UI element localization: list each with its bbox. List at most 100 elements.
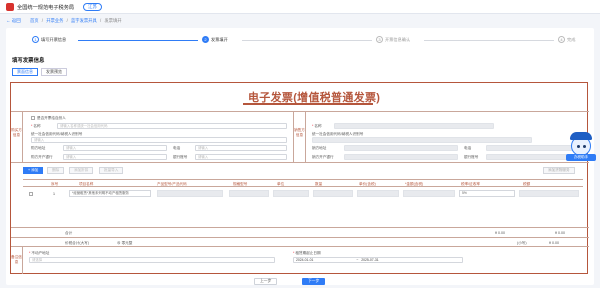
- next-button[interactable]: 下一步: [302, 278, 326, 285]
- item-name-input[interactable]: *经营租赁*其他未列明不动产租赁服务: [69, 190, 151, 197]
- region-selector[interactable]: 江苏: [83, 3, 102, 11]
- total-amount: ¥ 0.00: [495, 231, 505, 235]
- add-goods-button[interactable]: 添加货物服务: [543, 167, 575, 174]
- add-row-button[interactable]: + 添加: [23, 167, 44, 174]
- buyer-addr-input[interactable]: 请输入: [63, 145, 167, 151]
- buyer-name-label: * 名称: [31, 124, 41, 128]
- add-discount-button[interactable]: 添加折扣: [69, 167, 94, 174]
- stepper: 1 填写开票信息 2 发票填开 3 开票信息确认 4 完成: [6, 36, 594, 46]
- buyer-account-label: 银行账号: [173, 155, 188, 159]
- amount-input[interactable]: [403, 190, 455, 197]
- grand-total-label: 价税合计(大写): [65, 241, 89, 245]
- seller-addr-input[interactable]: [344, 145, 458, 151]
- tax-logo-icon: [6, 3, 14, 11]
- app-title: 全国统一规范电子税务局: [17, 5, 75, 11]
- col-amount: *金额(含税): [405, 182, 424, 186]
- seller-addr-label: 销方地址: [312, 146, 327, 150]
- seller-name-value: [334, 123, 494, 129]
- batch-import-button[interactable]: 批量导入: [99, 167, 124, 174]
- natural-person-checkbox[interactable]: [31, 116, 35, 120]
- total-label: 合计: [65, 231, 73, 235]
- buyer-addr-label: 购方地址: [31, 146, 46, 150]
- grand-total-figure: ¥ 0.00: [549, 241, 559, 245]
- tax-value: [519, 190, 579, 197]
- lease-period-picker[interactable]: 2024-01-01 ~ 2025-07-31: [293, 257, 463, 263]
- estate-addr-select[interactable]: 请选择: [29, 257, 275, 263]
- seller-name-label: * 名称: [312, 124, 322, 128]
- step-connector: [242, 40, 372, 41]
- row-index: 1: [53, 192, 55, 196]
- buyer-bank-input[interactable]: 请输入: [63, 154, 167, 160]
- buyer-phone-label: 电话: [173, 146, 181, 150]
- grand-total-row: 价税合计(大写) ⊗ 零元整 (小写) ¥ 0.00: [11, 237, 589, 247]
- qty-input[interactable]: [313, 190, 353, 197]
- crumb-current: 发票填开: [104, 18, 122, 23]
- seller-side-label: 销售方信息: [294, 112, 306, 162]
- product-code-input[interactable]: [157, 190, 223, 197]
- remark-side-label: 备注信息: [11, 247, 23, 274]
- seller-bank-input[interactable]: [344, 154, 458, 160]
- seller-phone-label: 电话: [464, 146, 472, 150]
- items-table-header: 序号 项目名称 产品型号/产品代码 规格型号 单位 数量 单价(含税) *金额(…: [23, 179, 583, 187]
- buyer-name-input[interactable]: 请输入名称或统一社会信用代码: [57, 123, 287, 129]
- buyer-bank-label: 购方开户银行: [31, 155, 53, 159]
- invoice-form: 电子发票(增值税普通发票) 购买方信息 是否开票给自然人 * 名称 请输入名称或…: [10, 82, 589, 274]
- lease-separator: ~: [356, 258, 359, 262]
- back-link[interactable]: ← 返回: [6, 18, 21, 24]
- col-product-code: 产品型号/产品代码: [157, 182, 187, 186]
- tax-rate-select[interactable]: 5%: [459, 190, 515, 197]
- col-index: 序号: [51, 182, 59, 186]
- assistant-label: 办税助手: [566, 154, 596, 161]
- buyer-phone-input[interactable]: 请输入: [195, 145, 287, 151]
- main-card: 1 填写开票信息 2 发票填开 3 开票信息确认 4 完成 填写发票信息 票面信…: [6, 28, 594, 285]
- col-tax-rate: 税率/征收率: [461, 182, 480, 186]
- breadcrumb-bar: ← 返回 首页 / 开票业务 / 蓝字发票开具 / 发票填开: [0, 16, 600, 26]
- buyer-section: 购买方信息 是否开票给自然人 * 名称 请输入名称或统一社会信用代码 统一社会信…: [11, 111, 293, 163]
- seller-bank-label: 销方开户银行: [312, 155, 334, 159]
- assistant-widget[interactable]: 办税助手: [566, 128, 596, 164]
- grand-total-words: ⊗ 零元整: [117, 241, 133, 245]
- grand-small-label: (小写): [517, 241, 527, 245]
- crumb-blue-invoice[interactable]: 蓝字发票开具: [71, 18, 97, 23]
- buyer-account-input[interactable]: 请输入: [195, 154, 287, 160]
- unit-price-input[interactable]: [357, 190, 399, 197]
- step-connector: [424, 40, 554, 41]
- assistant-hat-icon: [570, 132, 592, 140]
- step-connector: [78, 40, 198, 41]
- col-qty: 数量: [315, 182, 323, 186]
- tab-invoice-preview[interactable]: 发票预览: [41, 68, 67, 76]
- col-tax: 税额: [523, 182, 531, 186]
- view-tabs: 票面信息 发票预览: [12, 68, 70, 76]
- seller-tax-value: [312, 137, 532, 143]
- row-checkbox[interactable]: [29, 192, 33, 196]
- seller-account-label: 银行账号: [464, 155, 479, 159]
- lease-period-label: * 租赁期起止日期: [293, 251, 321, 255]
- tab-invoice-info[interactable]: 票面信息: [12, 68, 38, 76]
- top-bar: 全国统一规范电子税务局 江苏: [0, 0, 600, 14]
- unit-input[interactable]: [273, 190, 309, 197]
- crumb-home[interactable]: 首页: [30, 18, 39, 23]
- footer-actions: 上一步 下一步: [6, 278, 594, 286]
- crumb-invoicing[interactable]: 开票业务: [46, 18, 63, 23]
- assistant-eye-icon: [583, 145, 586, 148]
- col-spec: 规格型号: [233, 182, 248, 186]
- title-underline: [243, 103, 373, 105]
- estate-addr-label: * 不动产地址: [29, 251, 50, 255]
- col-unit: 单位: [277, 182, 285, 186]
- lease-start: 2024-01-01: [296, 258, 314, 262]
- table-row: 1 *经营租赁*其他未列明不动产租赁服务 5%: [23, 189, 583, 199]
- delete-row-button[interactable]: 删除: [47, 167, 65, 174]
- section-title: 填写发票信息: [12, 58, 45, 64]
- buyer-tax-input[interactable]: 请输入: [31, 137, 287, 143]
- breadcrumb: 首页 / 开票业务 / 蓝字发票开具 / 发票填开: [30, 18, 122, 23]
- total-row: 合计 ¥ 0.00 ¥ 0.00: [11, 227, 589, 237]
- prev-button[interactable]: 上一步: [254, 278, 278, 285]
- col-item-name: 项目名称: [79, 182, 94, 186]
- lease-end: 2025-07-31: [361, 258, 379, 262]
- total-tax: ¥ 0.00: [555, 231, 565, 235]
- buyer-side-label: 购买方信息: [11, 112, 23, 162]
- natural-person-label: 是否开票给自然人: [37, 116, 66, 120]
- col-unit-price: 单价(含税): [359, 182, 376, 186]
- assistant-eye-icon: [577, 145, 580, 148]
- spec-input[interactable]: [229, 190, 269, 197]
